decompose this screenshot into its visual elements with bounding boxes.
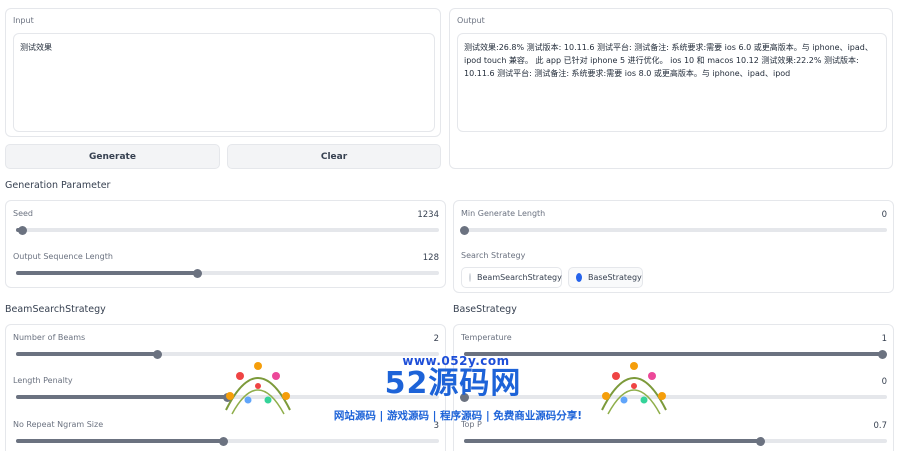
num-beams-value: 2 xyxy=(433,334,439,344)
num-beams-slider-fill xyxy=(16,352,158,356)
output-length-slider-fill xyxy=(16,271,198,275)
search-strategy-label: Search Strategy xyxy=(461,251,526,260)
length-penalty-slider[interactable] xyxy=(16,392,439,402)
output-length-slider[interactable] xyxy=(16,268,439,278)
temperature-slider-fill xyxy=(464,352,882,356)
radio-base-strategy[interactable]: BaseStrategy xyxy=(568,267,643,288)
generation-right-panel: Min Generate Length 0 Search Strategy Be… xyxy=(453,200,894,293)
top-p-label: Top P xyxy=(461,420,482,429)
radio-beam-dot xyxy=(469,273,471,282)
top-k-value: 0 xyxy=(881,377,887,387)
output-textarea[interactable]: 测试效果:26.8% 测试版本: 10.11.6 测试平台: 测试备注: 系统要… xyxy=(457,33,887,132)
top-p-slider-fill xyxy=(464,439,761,443)
input-textarea[interactable]: 测试效果 xyxy=(13,33,435,132)
num-beams-slider-thumb[interactable] xyxy=(153,349,163,359)
seed-slider-thumb[interactable] xyxy=(17,225,27,235)
top-p-slider[interactable] xyxy=(464,436,887,446)
top-k-slider-thumb[interactable] xyxy=(459,392,469,402)
min-length-value: 0 xyxy=(881,210,887,220)
no-repeat-ngram-label: No Repeat Ngram Size xyxy=(13,420,104,429)
temperature-slider-thumb[interactable] xyxy=(877,349,887,359)
temperature-value: 1 xyxy=(881,334,887,344)
radio-base-dot xyxy=(576,273,582,282)
output-length-slider-thumb[interactable] xyxy=(193,268,203,278)
length-penalty-slider-thumb[interactable] xyxy=(223,392,232,402)
clear-button[interactable]: Clear xyxy=(227,144,441,169)
input-panel: Input 测试效果 xyxy=(5,8,441,137)
radio-beam-search-strategy[interactable]: BeamSearchStrategy xyxy=(461,267,562,288)
base-strategy-panel: Temperature 1 0 Top P 0.7 xyxy=(453,324,894,451)
generation-parameter-title: Generation Parameter xyxy=(5,180,111,191)
top-k-slider[interactable] xyxy=(459,392,887,402)
generation-left-panel: Seed 1234 Output Sequence Length 128 xyxy=(5,200,446,288)
min-length-slider-thumb[interactable] xyxy=(459,225,469,235)
output-label: Output xyxy=(457,16,485,25)
no-repeat-ngram-value: 3 xyxy=(433,421,439,431)
radio-beam-label: BeamSearchStrategy xyxy=(477,273,562,282)
generate-button[interactable]: Generate xyxy=(5,144,220,169)
no-repeat-ngram-slider-thumb[interactable] xyxy=(218,436,228,446)
num-beams-label: Number of Beams xyxy=(13,333,86,342)
num-beams-slider[interactable] xyxy=(16,349,439,359)
no-repeat-ngram-slider-fill xyxy=(16,439,224,443)
beam-search-panel: Number of Beams 2 Length Penalty No Repe… xyxy=(5,324,446,451)
input-label: Input xyxy=(13,16,34,25)
seed-value: 1234 xyxy=(417,210,439,220)
temperature-slider[interactable] xyxy=(464,349,887,359)
no-repeat-ngram-slider[interactable] xyxy=(16,436,439,446)
top-p-value: 0.7 xyxy=(873,421,887,431)
length-penalty-label: Length Penalty xyxy=(13,376,73,385)
top-p-slider-thumb[interactable] xyxy=(755,436,765,446)
radio-base-label: BaseStrategy xyxy=(588,273,642,282)
output-length-label: Output Sequence Length xyxy=(13,252,113,261)
min-length-slider[interactable] xyxy=(459,225,887,235)
seed-slider[interactable] xyxy=(16,225,439,235)
beam-search-title: BeamSearchStrategy xyxy=(5,304,106,315)
output-panel: Output 测试效果:26.8% 测试版本: 10.11.6 测试平台: 测试… xyxy=(449,8,893,169)
seed-label: Seed xyxy=(13,209,33,218)
temperature-label: Temperature xyxy=(461,333,512,342)
min-length-label: Min Generate Length xyxy=(461,209,546,218)
base-strategy-title: BaseStrategy xyxy=(453,304,517,315)
output-length-value: 128 xyxy=(422,253,439,263)
length-penalty-slider-fill xyxy=(16,395,228,399)
